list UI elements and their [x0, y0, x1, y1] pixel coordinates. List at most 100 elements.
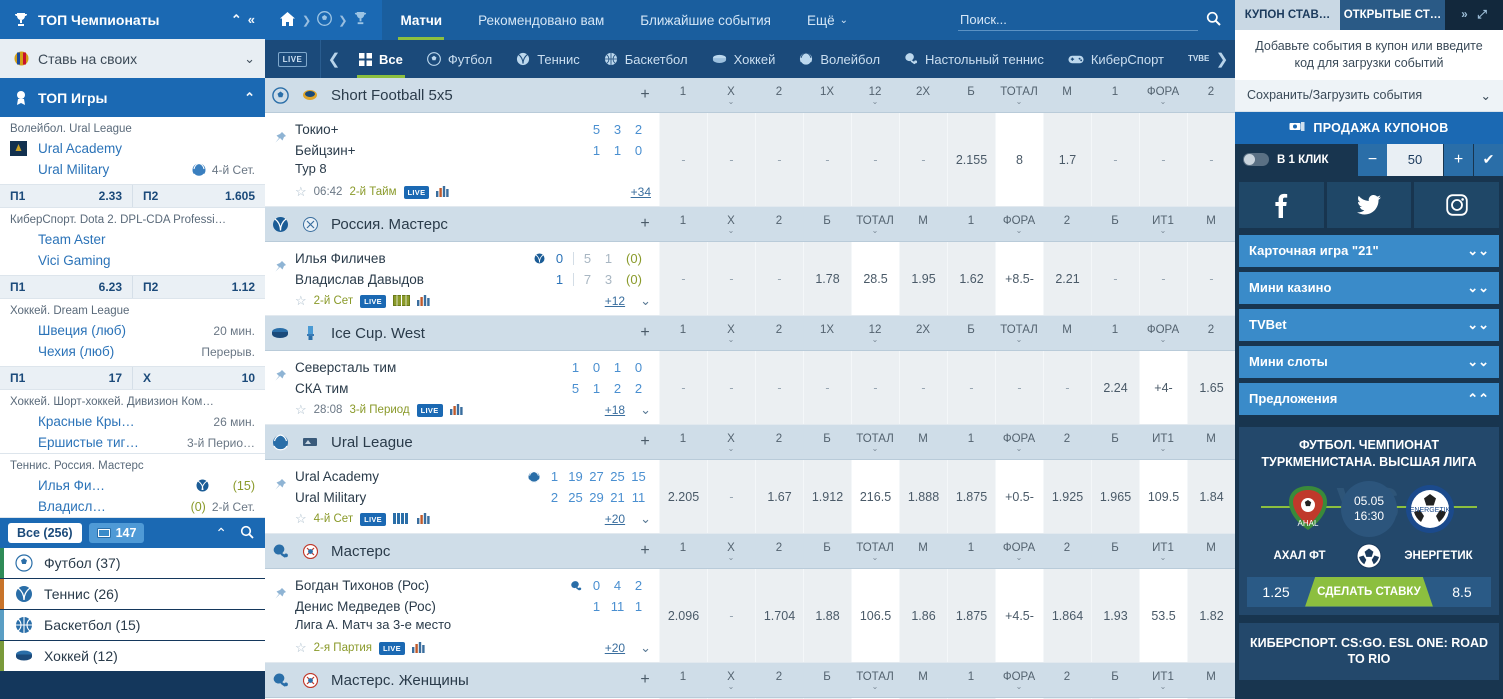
odd-cell[interactable]: - — [803, 351, 851, 424]
odd-cell[interactable]: +0.5- — [995, 460, 1043, 533]
odds-column-header[interactable]: 2X — [899, 322, 947, 345]
odds-column-header[interactable]: ФОРА ⌄ — [995, 213, 1043, 236]
odd-cell[interactable]: - — [659, 242, 707, 315]
chevron-up-icon[interactable]: ⌃ — [238, 90, 255, 106]
table-row[interactable]: Ural Academy 1 19 27 25 15 Ural Military… — [265, 460, 1235, 534]
menu-item-offers[interactable]: Предложения ⌃⌃ — [1239, 382, 1499, 415]
table-row[interactable]: Токио+ 5 3 2 Бейцзин+ 1 1 0 Тур 8 ☆ 06:4… — [265, 113, 1235, 207]
odds-column-header[interactable]: ИТ1 ⌄ — [1139, 431, 1187, 454]
filter-tv-button[interactable]: 147 — [88, 523, 145, 543]
sport-tab-hockey[interactable]: Хоккей — [700, 40, 788, 78]
odds-column-header[interactable]: М — [1043, 322, 1091, 345]
odds-column-header[interactable]: 1 — [947, 669, 995, 692]
list-item[interactable]: Волейбол. Ural League Ural Academy Ural … — [0, 117, 265, 208]
sport-tab-esports[interactable]: КиберСпорт — [1056, 40, 1176, 78]
odds-column-header[interactable]: ТОТАЛ ⌄ — [851, 431, 899, 454]
favorite-icon[interactable]: ☆ — [295, 511, 307, 527]
odds-column-header[interactable]: 2 — [755, 322, 803, 345]
top-championships-header[interactable]: ТОП Чемпионаты ⌃ « — [0, 0, 265, 39]
search-icon[interactable] — [237, 525, 257, 542]
sport-tab-tvbet[interactable]: TVBET — [1176, 40, 1209, 78]
odds-column-header[interactable]: М — [1187, 669, 1235, 692]
odd-cell[interactable]: - — [755, 242, 803, 315]
odd-cell[interactable]: - — [1091, 113, 1139, 206]
live-filter-button[interactable]: LIVE — [265, 40, 321, 78]
more-markets-link[interactable]: +12 — [605, 294, 633, 308]
pin-icon[interactable] — [265, 119, 295, 202]
more-icon[interactable]: » — [1461, 9, 1467, 21]
odd-cell[interactable]: 1.912 — [803, 460, 851, 533]
odds-column-header[interactable]: 1 — [1091, 84, 1139, 107]
odd-cell[interactable]: - — [659, 113, 707, 206]
odds-column-header[interactable]: М — [899, 431, 947, 454]
odds-column-header[interactable]: X ⌄ — [707, 84, 755, 107]
odds-column-header[interactable]: М — [899, 540, 947, 563]
favorite-icon[interactable]: ☆ — [295, 402, 307, 418]
odd-cell[interactable]: 1.86 — [899, 569, 947, 662]
stake-decrease-button[interactable]: − — [1357, 143, 1387, 176]
odd-cell[interactable]: - — [1187, 113, 1235, 206]
odd-cell[interactable]: - — [851, 351, 899, 424]
odds-column-header[interactable]: 1X — [803, 322, 851, 345]
odds-column-header[interactable]: 1 — [947, 540, 995, 563]
odd-cell[interactable]: 2.155 — [947, 113, 995, 206]
odds-column-header[interactable]: 12 ⌄ — [851, 322, 899, 345]
sidebar-item-hockey[interactable]: Хоккей (12) — [0, 641, 265, 671]
odd-button[interactable]: П2 1.12 — [132, 276, 265, 298]
expand-icon[interactable]: ⌄ — [640, 511, 659, 527]
sport-tab-basketball[interactable]: Баскетбол — [592, 40, 700, 78]
sport-tab-all[interactable]: Все — [347, 40, 415, 78]
odds-column-header[interactable]: Б — [947, 322, 995, 345]
odd-cell[interactable]: - — [995, 351, 1043, 424]
odd-cell[interactable]: +8.5- — [995, 242, 1043, 315]
odd-cell[interactable]: 1.93 — [1091, 569, 1139, 662]
stats-icon[interactable] — [436, 185, 449, 200]
instagram-icon[interactable] — [1414, 181, 1500, 228]
odds-column-header[interactable]: ТОТАЛ ⌄ — [851, 669, 899, 692]
odds-column-header[interactable]: 1 — [947, 431, 995, 454]
live-badge[interactable]: LIVE — [360, 512, 386, 526]
sport-tab-football[interactable]: Футбол — [415, 40, 504, 78]
odd-cell[interactable]: 2.205 — [659, 460, 707, 533]
promo-odd-1[interactable]: 1.25 — [1247, 577, 1305, 607]
odds-column-header[interactable]: 2 — [755, 84, 803, 107]
menu-item-mini-casino[interactable]: Мини казино ⌄⌄ — [1239, 271, 1499, 304]
expand-icon[interactable]: ⌄ — [640, 640, 659, 656]
scroll-left-button[interactable]: ❮ — [321, 40, 347, 78]
odd-cell[interactable]: 1.95 — [899, 242, 947, 315]
list-item[interactable]: КиберСпорт. Dota 2. DPL-CDA Professi… Te… — [0, 208, 265, 299]
odds-column-header[interactable]: Б — [803, 540, 851, 563]
save-load-events[interactable]: Сохранить/Загрузить события ⌄ — [1235, 79, 1503, 112]
odd-button[interactable]: П2 1.605 — [132, 185, 265, 207]
menu-item-mini-slots[interactable]: Мини слоты ⌄⌄ — [1239, 345, 1499, 378]
bet-on-own-header[interactable]: Ставь на своих ⌄ — [0, 39, 265, 78]
odd-cell[interactable]: - — [659, 351, 707, 424]
chevron-down-icon[interactable]: ⌄ — [238, 51, 255, 67]
odd-cell[interactable]: - — [1139, 113, 1187, 206]
odd-cell[interactable]: - — [707, 242, 755, 315]
odds-column-header[interactable]: Б — [1091, 669, 1139, 692]
more-markets-link[interactable]: +34 — [631, 185, 659, 199]
odd-cell[interactable]: - — [707, 569, 755, 662]
odds-column-header[interactable]: 2 — [1187, 84, 1235, 107]
odds-column-header[interactable]: ТОТАЛ ⌄ — [995, 84, 1043, 107]
odd-cell[interactable]: 2.24 — [1091, 351, 1139, 424]
odd-cell[interactable]: - — [1139, 242, 1187, 315]
list-item[interactable]: Теннис. Россия. Мастерс Илья Фи… (15) Вл… — [0, 454, 265, 518]
expand-icon[interactable]: ⤢ — [1478, 9, 1487, 22]
favorite-icon[interactable]: ☆ — [295, 184, 307, 200]
odds-column-header[interactable]: ФОРА ⌄ — [995, 540, 1043, 563]
odds-column-header[interactable]: ТОТАЛ ⌄ — [995, 322, 1043, 345]
odd-cell[interactable]: 28.5 — [851, 242, 899, 315]
tab-more[interactable]: Ещё ⌄ — [789, 0, 866, 40]
add-group-button[interactable]: + — [631, 542, 659, 560]
court-icon[interactable] — [392, 294, 410, 309]
pin-icon[interactable] — [265, 248, 295, 311]
twitter-icon[interactable] — [1326, 181, 1412, 228]
odd-cell[interactable]: 1.888 — [899, 460, 947, 533]
odds-column-header[interactable]: ИТ1 ⌄ — [1139, 213, 1187, 236]
odd-cell[interactable]: 53.5 — [1139, 569, 1187, 662]
odd-cell[interactable]: - — [803, 113, 851, 206]
expand-icon[interactable]: ⌄ — [640, 402, 659, 418]
stake-increase-button[interactable]: + — [1443, 143, 1473, 176]
